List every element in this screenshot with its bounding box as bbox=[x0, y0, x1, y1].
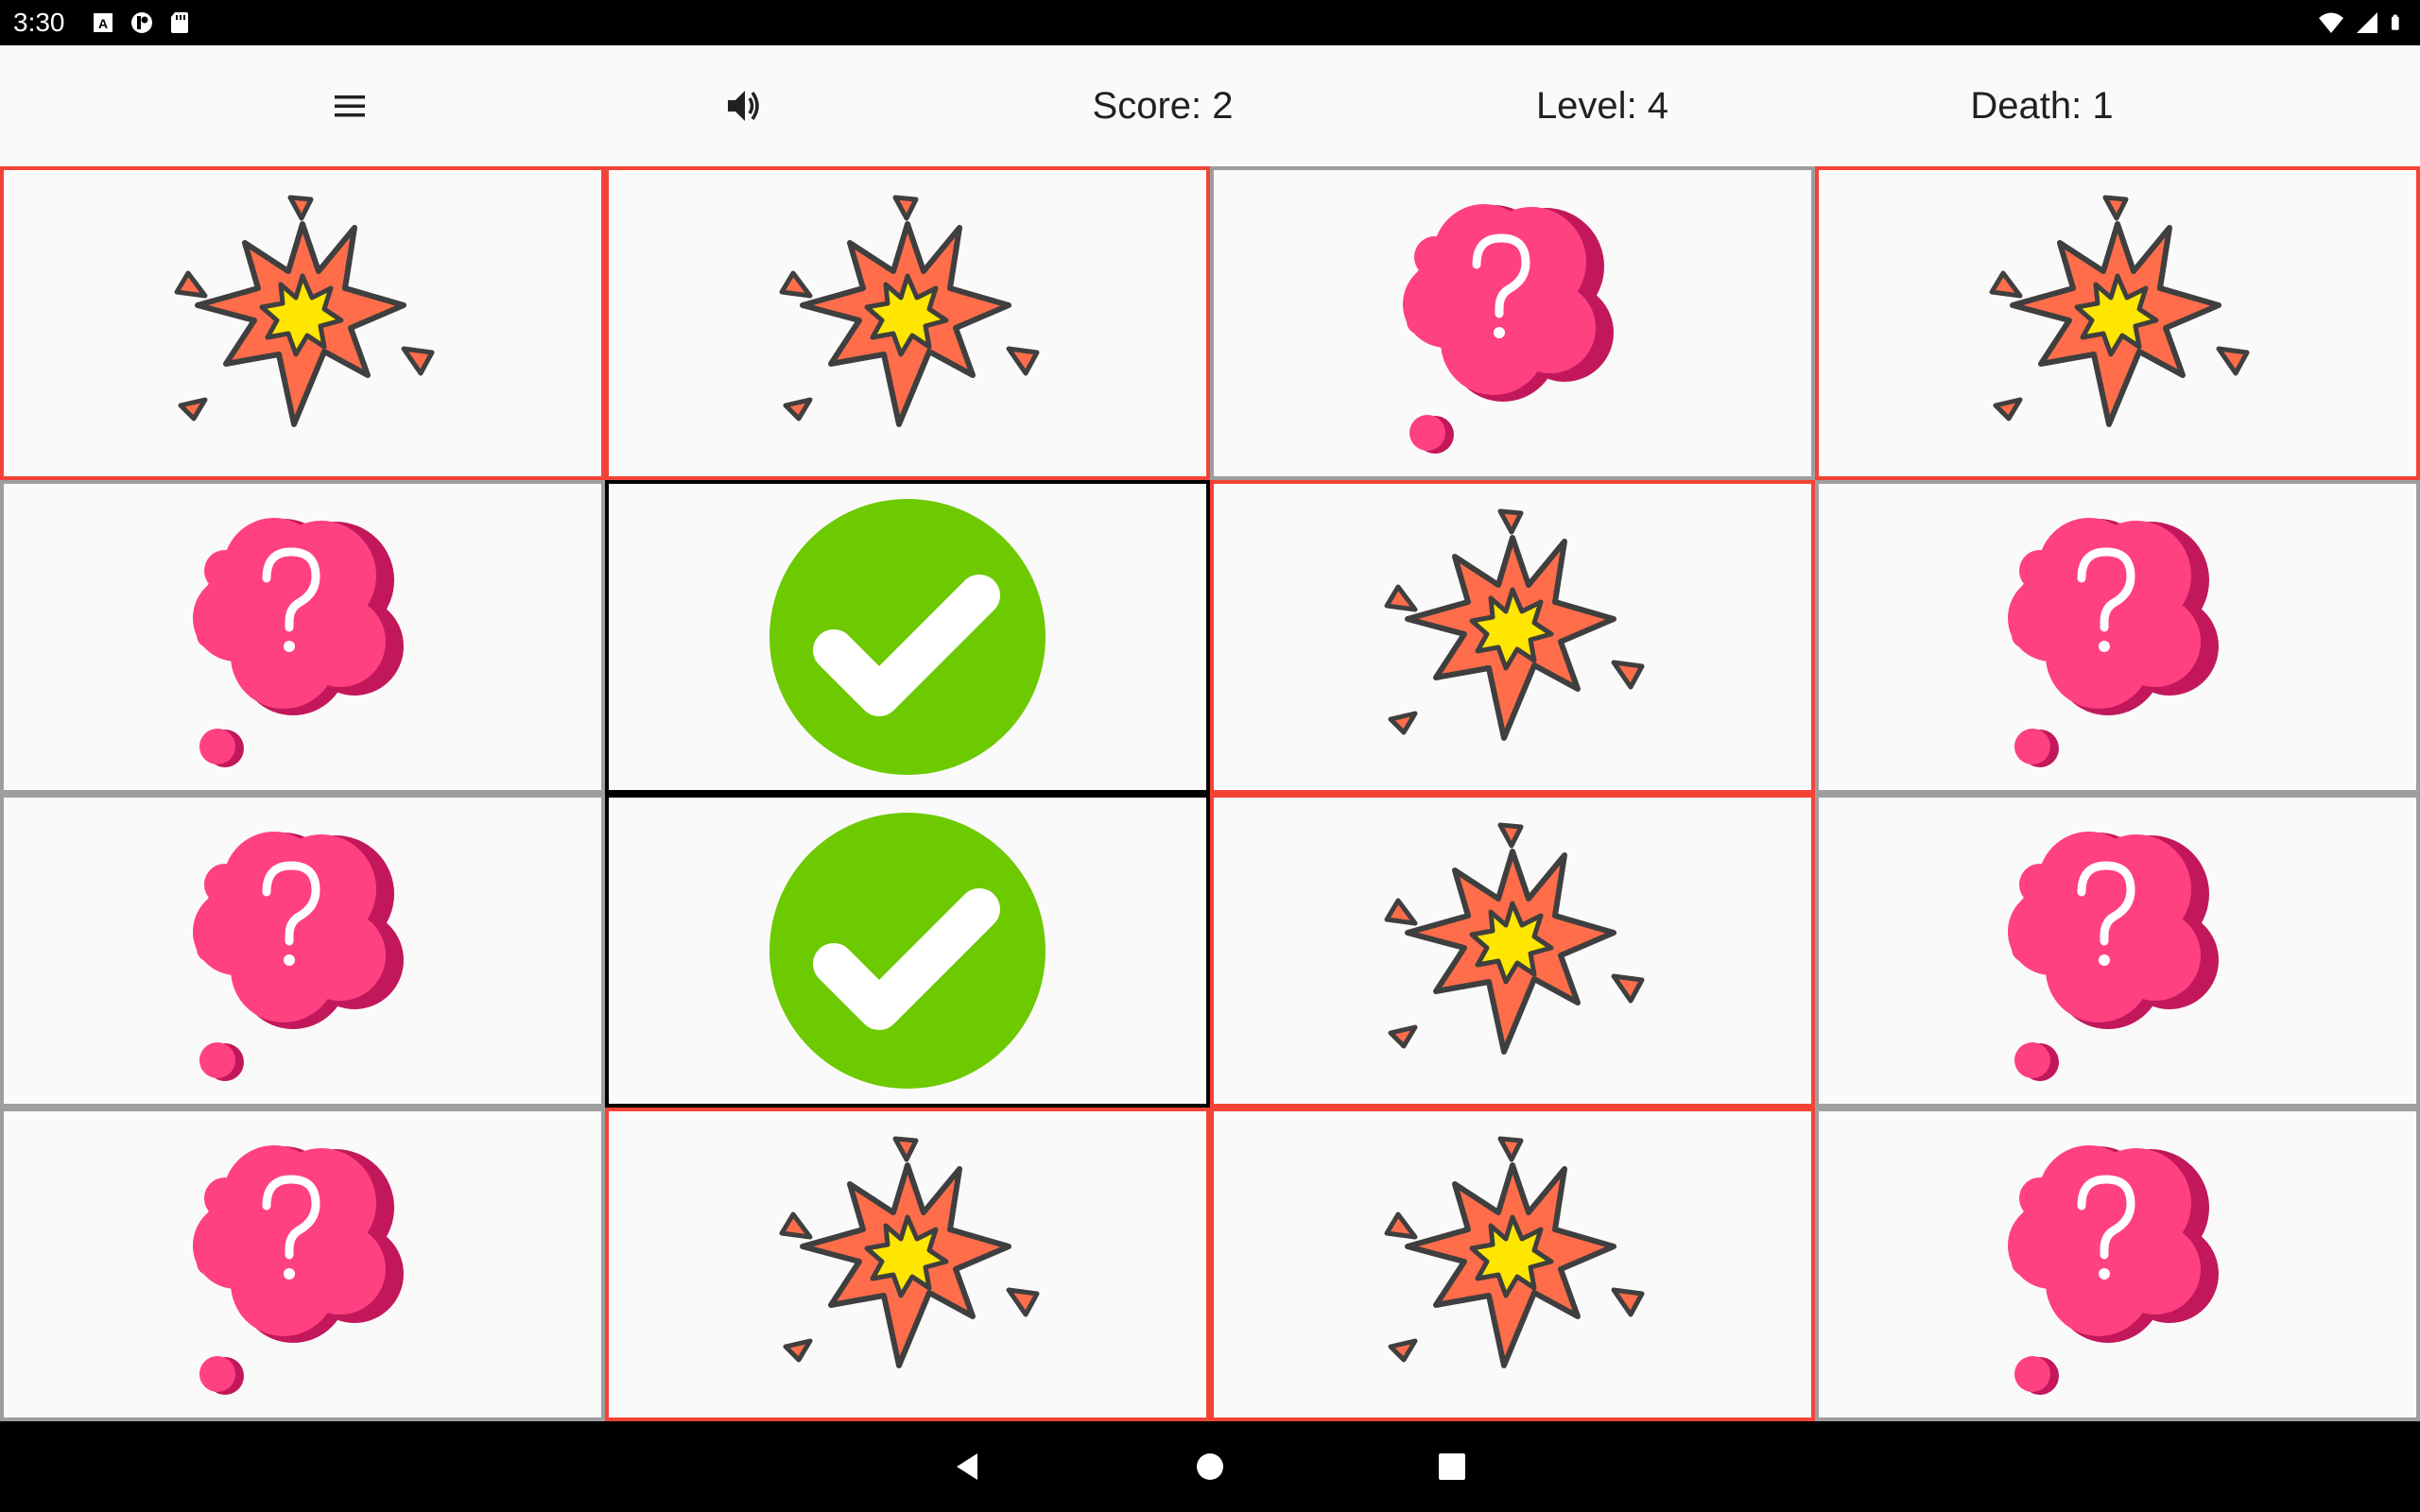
question-bubble-icon bbox=[193, 1145, 404, 1395]
explosion-icon bbox=[1989, 195, 2250, 427]
board-tile-hidden[interactable] bbox=[0, 794, 605, 1108]
sound-toggle-button[interactable] bbox=[696, 45, 790, 166]
board-tile-hidden[interactable] bbox=[1210, 166, 1815, 480]
navigation-bar bbox=[0, 1421, 2420, 1512]
board-tile-hidden[interactable] bbox=[0, 480, 605, 794]
sync-icon bbox=[131, 12, 152, 33]
board-tile-bomb[interactable] bbox=[1210, 794, 1815, 1108]
explosion-icon bbox=[1384, 508, 1645, 741]
board-tile-bomb[interactable] bbox=[1210, 1108, 1815, 1421]
board-tile-found[interactable] bbox=[605, 794, 1210, 1108]
home-button[interactable] bbox=[1182, 1438, 1238, 1495]
death-label: Death: 1 bbox=[1970, 84, 2114, 127]
question-bubble-icon bbox=[193, 518, 404, 767]
home-icon bbox=[1197, 1453, 1223, 1480]
check-icon bbox=[769, 813, 1046, 1089]
hamburger-menu-icon bbox=[335, 95, 365, 117]
game-header: Score: 2 Level: 4 Death: 1 bbox=[0, 45, 2420, 166]
board-tile-hidden[interactable] bbox=[1815, 480, 2420, 794]
board-tile-hidden[interactable] bbox=[1815, 1108, 2420, 1421]
svg-text:A: A bbox=[98, 16, 108, 31]
level-label: Level: 4 bbox=[1535, 84, 1669, 127]
board-tile-bomb[interactable] bbox=[605, 166, 1210, 480]
back-button[interactable] bbox=[940, 1438, 996, 1495]
explosion-icon bbox=[174, 195, 435, 427]
board-tile-bomb[interactable] bbox=[605, 1108, 1210, 1421]
board-tile-bomb[interactable] bbox=[1815, 166, 2420, 480]
question-bubble-icon bbox=[193, 832, 404, 1081]
wifi-icon bbox=[2319, 12, 2343, 33]
back-icon bbox=[957, 1453, 977, 1480]
status-bar: 3:30 A bbox=[0, 0, 2420, 45]
explosion-icon bbox=[779, 1136, 1040, 1368]
question-bubble-icon bbox=[2008, 518, 2219, 767]
status-time: 3:30 bbox=[13, 8, 65, 37]
cell-signal-icon bbox=[2357, 12, 2377, 33]
check-icon bbox=[769, 499, 1046, 775]
menu-button[interactable] bbox=[302, 45, 397, 166]
score-label: Score: 2 bbox=[1092, 84, 1234, 127]
board-tile-hidden[interactable] bbox=[0, 1108, 605, 1421]
board-tile-hidden[interactable] bbox=[1815, 794, 2420, 1108]
explosion-icon bbox=[779, 195, 1040, 427]
game-board bbox=[0, 166, 2420, 1421]
board-tile-bomb[interactable] bbox=[1210, 480, 1815, 794]
battery-icon bbox=[2391, 14, 2399, 30]
question-bubble-icon bbox=[1403, 204, 1614, 454]
a-badge-icon: A bbox=[94, 13, 112, 32]
question-bubble-icon bbox=[2008, 832, 2219, 1081]
board-tile-bomb[interactable] bbox=[0, 166, 605, 480]
explosion-icon bbox=[1384, 822, 1645, 1055]
board-tile-found[interactable] bbox=[605, 480, 1210, 794]
sd-card-icon bbox=[171, 12, 188, 33]
volume-icon bbox=[728, 91, 759, 121]
recents-button[interactable] bbox=[1424, 1438, 1480, 1495]
explosion-icon bbox=[1384, 1136, 1645, 1368]
question-bubble-icon bbox=[2008, 1145, 2219, 1395]
recents-icon bbox=[1439, 1453, 1465, 1480]
